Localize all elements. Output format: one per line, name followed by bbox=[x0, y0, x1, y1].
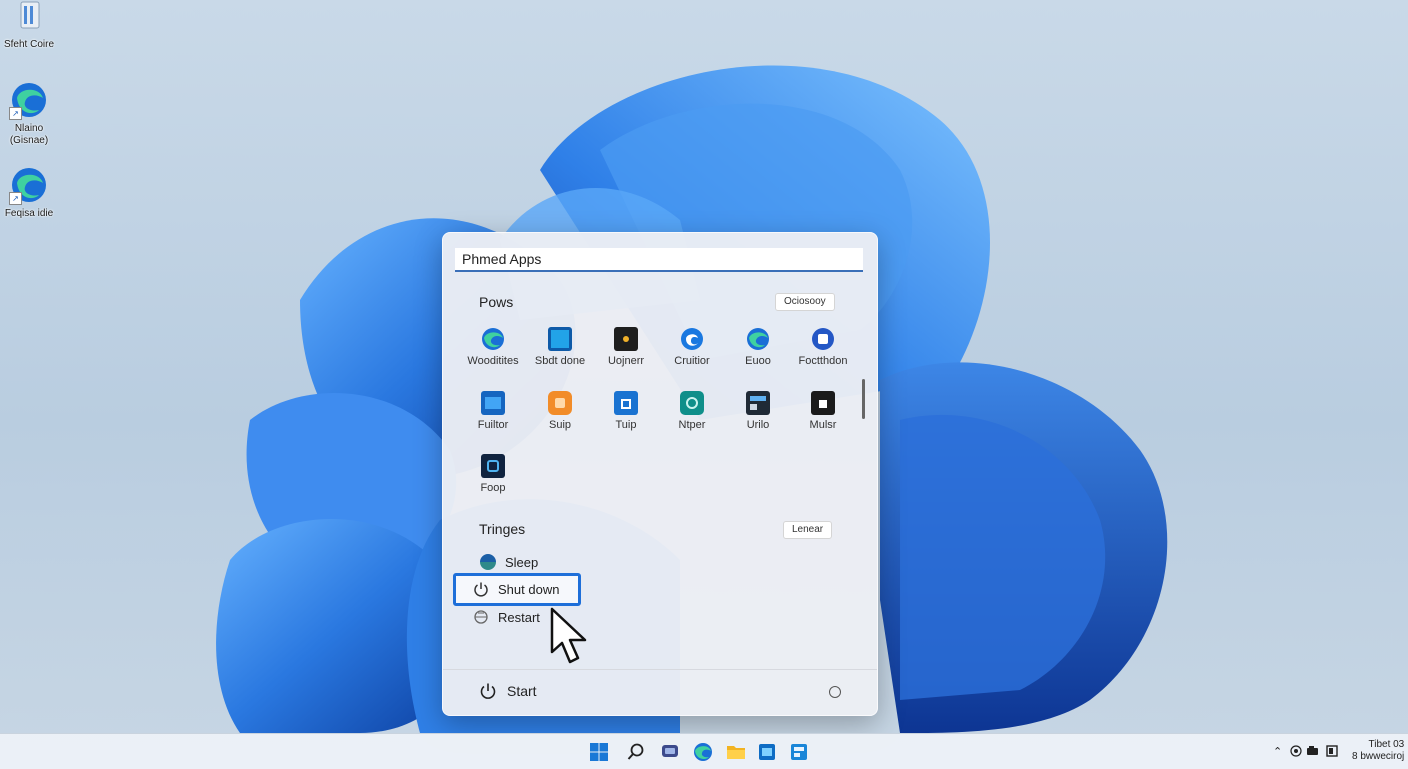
battery-icon[interactable] bbox=[1306, 745, 1320, 760]
pinned-section-title: Pows bbox=[479, 294, 514, 310]
desktop-icon-label: Sfeht Coire bbox=[3, 39, 55, 50]
app-label: Cruitior bbox=[674, 355, 710, 367]
volume-icon[interactable] bbox=[1326, 745, 1338, 760]
desktop-icon-edge-shortcut[interactable]: ↗ Nlaino (Gisnae) bbox=[0, 80, 64, 147]
pinned-app[interactable]: Euoo bbox=[725, 327, 791, 367]
chat-icon[interactable] bbox=[660, 742, 680, 762]
recycle-bin-icon bbox=[9, 0, 49, 36]
dark-window-icon bbox=[746, 391, 770, 415]
orange-app-icon bbox=[548, 391, 572, 415]
start-menu: Phmed Apps Pows Ociosooy Wooditites Sbdt… bbox=[442, 232, 878, 716]
windows-start-icon[interactable] bbox=[589, 742, 609, 762]
restart-icon bbox=[472, 608, 490, 626]
pinned-more-button[interactable]: Ociosooy bbox=[775, 293, 835, 311]
scrollbar-thumb[interactable] bbox=[862, 379, 865, 419]
taskbar-clock[interactable]: Tibet 03 8 bwweciroj bbox=[1352, 739, 1404, 763]
desktop-icon-label: Feqisa idie bbox=[4, 208, 54, 219]
store-icon bbox=[811, 327, 835, 351]
settings-section-title: Tringes bbox=[479, 521, 526, 537]
monitor-icon bbox=[548, 327, 572, 351]
chevron-up-icon[interactable]: ⌃ bbox=[1273, 745, 1282, 758]
pinned-app[interactable]: Mulsr bbox=[790, 391, 856, 431]
power-icon bbox=[472, 580, 490, 598]
app-label: Suip bbox=[548, 419, 572, 431]
app-label: Fuiltor bbox=[477, 419, 509, 431]
search-icon[interactable] bbox=[626, 742, 646, 762]
edge-icon bbox=[746, 327, 770, 351]
edge-icon: ↗ bbox=[9, 80, 49, 120]
edge-icon[interactable] bbox=[693, 742, 713, 762]
power-icon bbox=[479, 682, 497, 700]
app-label: Ntper bbox=[678, 419, 706, 431]
mouse-cursor-icon bbox=[550, 607, 587, 664]
network-icon[interactable] bbox=[1290, 745, 1302, 760]
app-label: Tuip bbox=[615, 419, 637, 431]
app-label: Euoo bbox=[745, 355, 771, 367]
shortcut-arrow-icon: ↗ bbox=[9, 107, 22, 120]
app-icon[interactable] bbox=[789, 742, 809, 762]
edge-icon bbox=[680, 327, 704, 351]
search-input[interactable]: Phmed Apps bbox=[455, 248, 863, 272]
user-circle-icon[interactable] bbox=[829, 686, 841, 698]
start-power-button[interactable]: Start bbox=[479, 682, 537, 700]
edge-icon: ↗ bbox=[9, 165, 49, 205]
shut-down-option[interactable]: Shut down bbox=[472, 580, 559, 598]
app-label: Sbdt done bbox=[534, 355, 586, 367]
start-label: Start bbox=[507, 683, 537, 699]
sleep-option[interactable]: Sleep bbox=[479, 553, 538, 571]
pinned-app[interactable]: Foop bbox=[460, 454, 526, 494]
app-label: Urilo bbox=[746, 419, 770, 431]
pinned-app[interactable]: Wooditites bbox=[460, 327, 526, 367]
black-bag-icon bbox=[811, 391, 835, 415]
desktop-icon-label: Nlaino (Gisnae) bbox=[9, 123, 49, 146]
shortcut-arrow-icon: ↗ bbox=[9, 192, 22, 205]
app-label: Foctthdon bbox=[798, 355, 848, 367]
black-app-icon bbox=[614, 327, 638, 351]
pinned-app[interactable]: Urilo bbox=[725, 391, 791, 431]
sleep-icon bbox=[479, 553, 497, 571]
footer-divider bbox=[443, 669, 877, 670]
desktop-icon-edge-shortcut-2[interactable]: ↗ Feqisa idie bbox=[0, 165, 64, 220]
edge-icon bbox=[481, 327, 505, 351]
app-label: Mulsr bbox=[809, 419, 837, 431]
pinned-app[interactable]: Ntper bbox=[659, 391, 725, 431]
navy-app-icon bbox=[481, 454, 505, 478]
pinned-app[interactable]: Uojnerr bbox=[593, 327, 659, 367]
clock-date: 8 bwweciroj bbox=[1352, 751, 1405, 762]
pinned-app[interactable]: Sbdt done bbox=[527, 327, 593, 367]
pinned-app[interactable]: Cruitior bbox=[659, 327, 725, 367]
desktop-icon-recycle-bin[interactable]: Sfeht Coire bbox=[0, 0, 64, 51]
shut-down-label: Shut down bbox=[498, 581, 560, 597]
pinned-app[interactable]: Suip bbox=[527, 391, 593, 431]
settings-more-button[interactable]: Lenear bbox=[783, 521, 833, 539]
taskbar: ⌃ Tibet 03 8 bwweciroj bbox=[0, 733, 1408, 769]
store-bag-icon bbox=[614, 391, 638, 415]
clock-time: Tibet 03 bbox=[1368, 739, 1405, 750]
app-label: Foop bbox=[480, 482, 506, 494]
pinned-app[interactable]: Fuiltor bbox=[460, 391, 526, 431]
pinned-app[interactable]: Foctthdon bbox=[790, 327, 856, 367]
store-icon[interactable] bbox=[757, 742, 777, 762]
file-explorer-icon[interactable] bbox=[726, 742, 746, 762]
folder-icon bbox=[481, 391, 505, 415]
restart-label: Restart bbox=[498, 609, 540, 625]
sleep-label: Sleep bbox=[505, 554, 539, 570]
app-label: Wooditites bbox=[467, 355, 519, 367]
pinned-app[interactable]: Tuip bbox=[593, 391, 659, 431]
teal-app-icon bbox=[680, 391, 704, 415]
app-label: Uojnerr bbox=[607, 355, 645, 367]
restart-option[interactable]: Restart bbox=[472, 608, 540, 626]
